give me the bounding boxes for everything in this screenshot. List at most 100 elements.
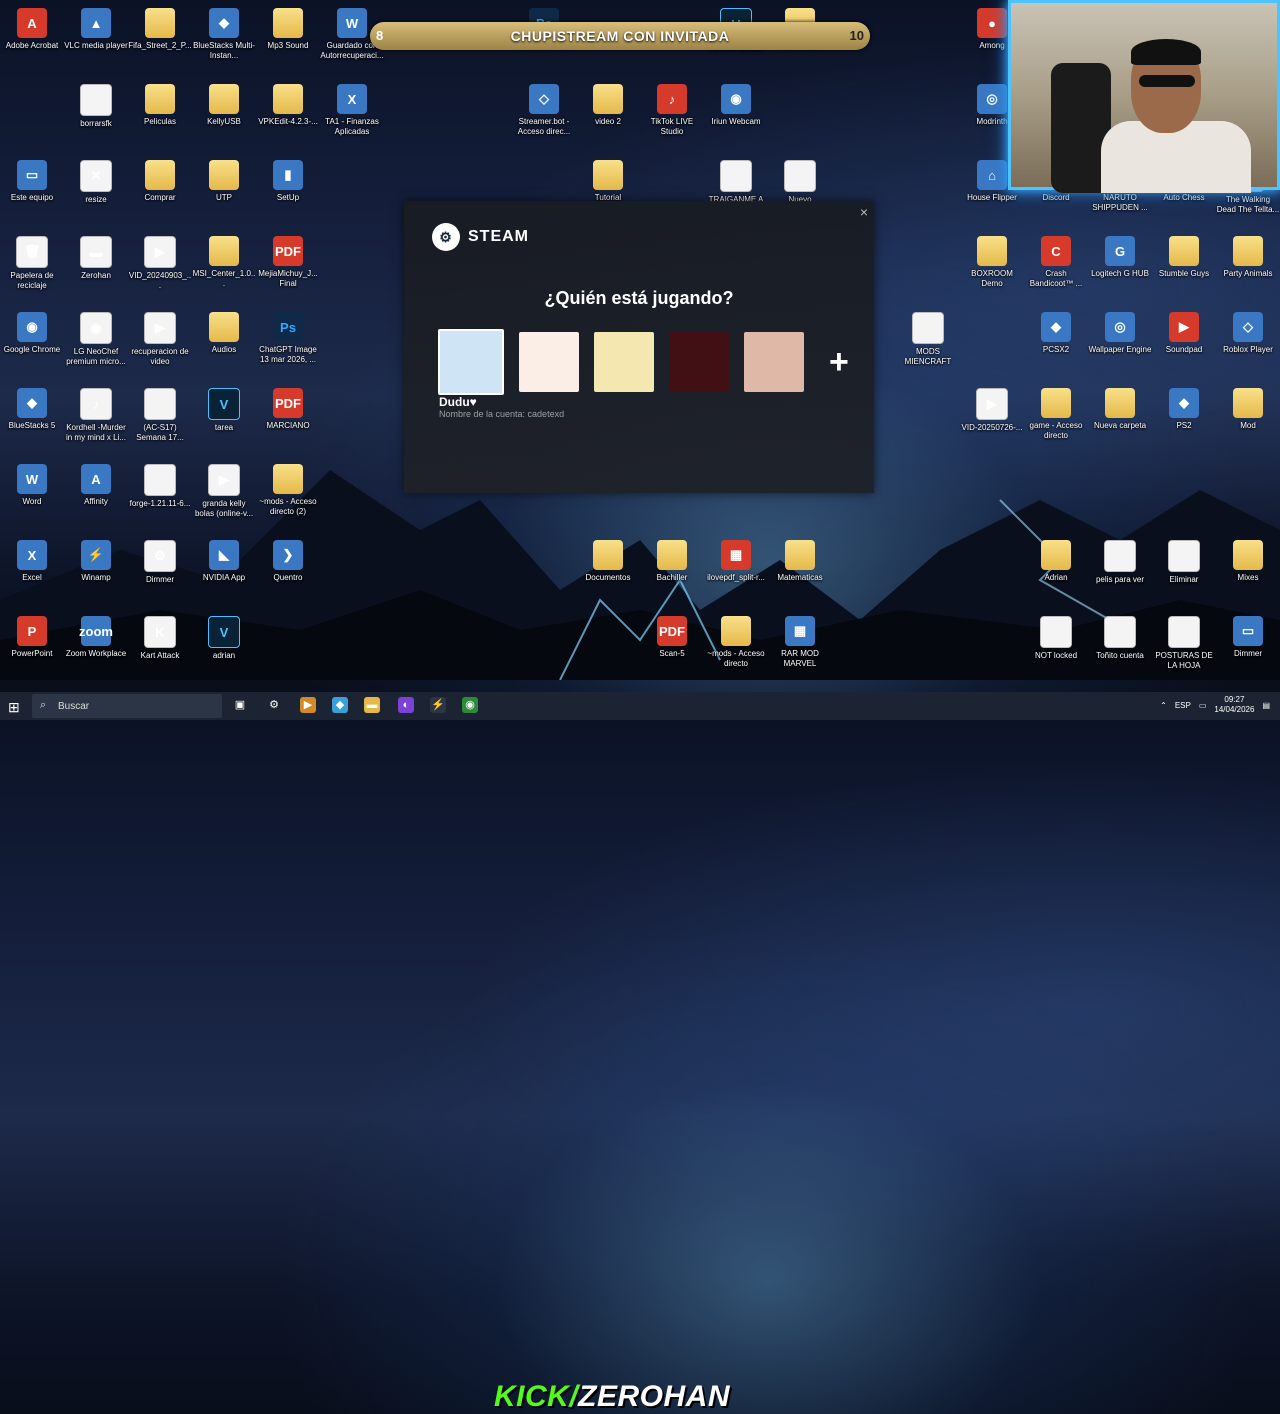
desktop-icon-tonito[interactable]: Toñito cuenta (1088, 616, 1152, 661)
chrome-taskbar-icon[interactable]: ◉ (462, 697, 478, 713)
desktop-icon-vid-20240903[interactable]: ▶ VID_20240903_... (128, 236, 192, 291)
app-icon-2[interactable]: ◆ (332, 697, 348, 713)
desktop-icon-video2[interactable]: video 2 (576, 84, 640, 127)
desktop-icon-setup[interactable]: ▮ SetUp (256, 160, 320, 203)
task-view-icon[interactable]: ▣ (232, 697, 248, 713)
desktop-icon-adobe-acrobat[interactable]: A Adobe Acrobat (0, 8, 64, 51)
avatar-bear[interactable] (519, 332, 579, 392)
desktop-icon-pcsx2[interactable]: ◆ PCSX2 (1024, 312, 1088, 355)
desktop-icon-bluestacks5[interactable]: ◆ BlueStacks 5 (0, 388, 64, 431)
desktop-icon-lg-neochef[interactable]: ◉ LG NeoChef premium micro... (64, 312, 128, 367)
desktop-icon-mods-miencraft[interactable]: MODS MIENCRAFT (896, 312, 960, 367)
desktop-icon-winamp[interactable]: ⚡ Winamp (64, 540, 128, 583)
desktop-icon-mp3-sound[interactable]: Mp3 Sound (256, 8, 320, 51)
clock[interactable]: 09:27 14/04/2026 (1214, 695, 1254, 715)
desktop-icon-vpkedit[interactable]: VPKEdit-4.2.3-... (256, 84, 320, 127)
desktop-icon-nueva-carpeta[interactable]: Nueva carpeta (1088, 388, 1152, 431)
desktop-icon-zerohan[interactable]: ▬ Zerohan (64, 236, 128, 281)
desktop-icon-recuperacion[interactable]: ▶ recuperacion de video (128, 312, 192, 367)
desktop-icon-audios[interactable]: Audios (192, 312, 256, 355)
add-account-button[interactable]: + (829, 343, 849, 382)
desktop-icon-affinity[interactable]: A Affinity (64, 464, 128, 507)
desktop-icon-mods-acceso[interactable]: ~mods - Acceso directo (704, 616, 768, 669)
desktop-icon-borrarsfk[interactable]: borrarsfk (64, 84, 128, 129)
winamp-taskbar-icon[interactable]: ⚡ (430, 697, 446, 713)
desktop-icon-vid-20250726[interactable]: ▶ VID-20250726-... (960, 388, 1024, 433)
desktop-icon-chrome[interactable]: ◉ Google Chrome (0, 312, 64, 355)
desktop-icon-mejia[interactable]: PDF MejiaMichuy_J... Final (256, 236, 320, 289)
avatar-girl[interactable] (594, 332, 654, 392)
desktop-icon-tutorial[interactable]: Tutorial (576, 160, 640, 203)
desktop-icon-pelis[interactable]: pelis para ver (1088, 540, 1152, 585)
desktop-icon-papelera[interactable]: 🗑 Papelera de reciclaje (0, 236, 64, 291)
desktop-icon-kordhell[interactable]: ♪ Kordhell -Murder in my mind x Li... (64, 388, 128, 443)
desktop-icon-tarea[interactable]: Vtarea (192, 388, 256, 433)
desktop-icon-powerpoint[interactable]: P PowerPoint (0, 616, 64, 659)
desktop-icon-posturas[interactable]: POSTURAS DE LA HOJA (1152, 616, 1216, 671)
desktop-icon-party-animals[interactable]: Party Animals (1216, 236, 1280, 279)
desktop-icon-mods-acceso2[interactable]: ~mods - Acceso directo (2) (256, 464, 320, 517)
close-button[interactable]: × (860, 204, 868, 220)
desktop-icon-logitech[interactable]: G Logitech G HUB (1088, 236, 1152, 279)
desktop-icon-marciano[interactable]: PDF MARCIANO (256, 388, 320, 431)
desktop-icon-ilovepdf[interactable]: ▦ ilovepdf_split-r... (704, 540, 768, 583)
desktop-icon-bluestacks-multi[interactable]: ◆ BlueStacks Multi-Instan... (192, 8, 256, 61)
avatar-dudu[interactable] (438, 329, 504, 395)
desktop-icon-adrian-folder[interactable]: Adrian (1024, 540, 1088, 583)
desktop-icon-traiganme[interactable]: TRAIGANME A (704, 160, 768, 205)
desktop-icon-roblox[interactable]: ◇ Roblox Player (1216, 312, 1280, 355)
language-indicator[interactable]: ESP (1175, 701, 1191, 710)
network-icon[interactable]: ▭ (1199, 701, 1207, 710)
desktop-icon-vlc[interactable]: ▲ VLC media player (64, 8, 128, 51)
desktop-icon-soundpad[interactable]: ▶ Soundpad (1152, 312, 1216, 355)
desktop-icon-forge[interactable]: forge-1.21.11-6... (128, 464, 192, 509)
desktop-icon-excel[interactable]: X Excel (0, 540, 64, 583)
desktop-icon-tiktok-live[interactable]: ♪ TikTok LIVE Studio (640, 84, 704, 137)
desktop-icon-dimmer2[interactable]: ▭ Dimmer (1216, 616, 1280, 659)
desktop-icon-adrian-vs[interactable]: Vadrian (192, 616, 256, 661)
avatar-shadow[interactable] (669, 332, 729, 392)
desktop-icon-ta1[interactable]: X TA1 - Finanzas Aplicadas (320, 84, 384, 137)
desktop-icon-matematicas[interactable]: Matematicas (768, 540, 832, 583)
desktop-icon-nuevo[interactable]: Nuevo (768, 160, 832, 205)
desktop-icon-fifa[interactable]: Fifa_Street_2_P... (128, 8, 192, 51)
avatar-photo[interactable] (744, 332, 804, 392)
desktop-icon-boxroom[interactable]: BOXROOM Demo (960, 236, 1024, 289)
desktop-icon-game-acceso[interactable]: game - Acceso directo (1024, 388, 1088, 441)
desktop-icon-documentos[interactable]: Documentos (576, 540, 640, 583)
windows-start-icon[interactable]: ⊞ (8, 699, 20, 716)
desktop-icon-ps2[interactable]: ◆ PS2 (1152, 388, 1216, 431)
desktop-icon-iriun[interactable]: ◉ Iriun Webcam (704, 84, 768, 127)
desktop-icon-kellyusb[interactable]: KellyUSB (192, 84, 256, 127)
desktop-icon-crash[interactable]: C Crash Bandicoot™ ... (1024, 236, 1088, 289)
notifications-icon[interactable]: ▤ (1262, 701, 1270, 710)
desktop-icon-quentro[interactable]: ❯ Quentro (256, 540, 320, 583)
desktop-icon-granda-kelly[interactable]: ▶ granda kelly bolas (online-v... (192, 464, 256, 519)
taskbar-search[interactable]: ⌕ Buscar (32, 694, 222, 718)
desktop-icon-stumble[interactable]: Stumble Guys (1152, 236, 1216, 279)
desktop-icon-comprar[interactable]: Comprar (128, 160, 192, 203)
desktop-icon-bachiller[interactable]: Bachiller (640, 540, 704, 583)
desktop-icon-peliculas[interactable]: Peliculas (128, 84, 192, 127)
app-icon-1[interactable]: ▶ (300, 697, 316, 713)
desktop-icon-scan5[interactable]: PDF Scan-5 (640, 616, 704, 659)
desktop-icon-kart-attack[interactable]: K Kart Attack (128, 616, 192, 661)
desktop-icon-eliminar[interactable]: Eliminar (1152, 540, 1216, 585)
desktop-icon-mixes[interactable]: Mixes (1216, 540, 1280, 583)
desktop-icon-word[interactable]: W Word (0, 464, 64, 507)
desktop-icon-dimmer[interactable]: ⚙ Dimmer (128, 540, 192, 585)
desktop-icon-ac-s17[interactable]: (AC-S17) Semana 17... (128, 388, 192, 443)
desktop-icon-rar-mod[interactable]: ▦ RAR MOD MARVEL (768, 616, 832, 669)
chevron-up-icon[interactable]: ⌃ (1160, 701, 1167, 710)
desktop-icon-wallpaper-engine[interactable]: ◎ Wallpaper Engine (1088, 312, 1152, 355)
desktop-icon-utp[interactable]: UTP (192, 160, 256, 203)
desktop-icon-nvidia[interactable]: ◣ NVIDIA App (192, 540, 256, 583)
discord-taskbar-icon[interactable]: ◐ (398, 697, 414, 713)
desktop-icon-mod[interactable]: Mod (1216, 388, 1280, 431)
desktop-icon-streamerbot[interactable]: ◇ Streamer.bot - Acceso direc... (512, 84, 576, 137)
desktop-icon-este-equipo[interactable]: ▭ Este equipo (0, 160, 64, 203)
desktop-icon-not-locked[interactable]: NOT locked (1024, 616, 1088, 661)
file-explorer-icon[interactable]: ▬ (364, 697, 380, 713)
desktop-icon-zoom[interactable]: zoom Zoom Workplace (64, 616, 128, 659)
desktop-icon-chatgpt-image[interactable]: Ps ChatGPT Image 13 mar 2026, ... (256, 312, 320, 365)
